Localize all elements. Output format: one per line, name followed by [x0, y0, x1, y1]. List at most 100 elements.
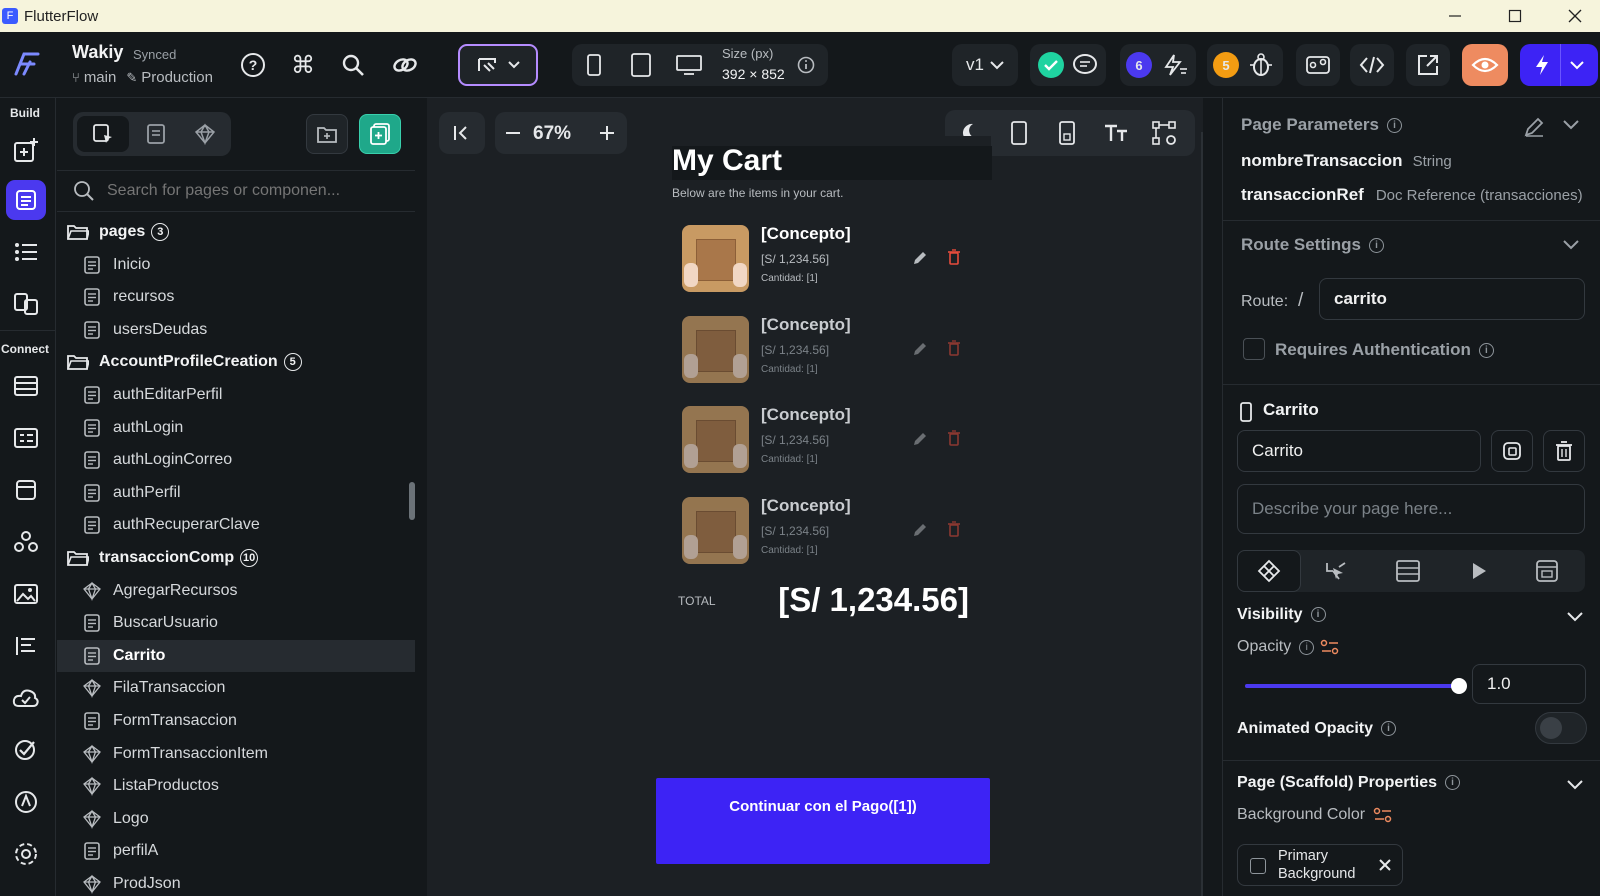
tree-page-item[interactable]: authPerfil	[57, 477, 415, 509]
delete-trash-icon[interactable]	[947, 520, 961, 537]
slider-thumb[interactable]	[1451, 678, 1467, 694]
tree-component-item[interactable]: ProdJson	[57, 868, 415, 896]
info-icon[interactable]	[797, 56, 815, 74]
tree-component-item[interactable]: FilaTransaccion	[57, 672, 415, 704]
run-button[interactable]	[1520, 44, 1598, 86]
flutterflow-icon[interactable]	[6, 44, 46, 84]
new-folder-button[interactable]	[306, 114, 348, 154]
chevron-down-icon[interactable]	[1563, 120, 1579, 130]
zoom-level[interactable]: 67%	[533, 123, 571, 145]
check-status-icon[interactable]	[1038, 52, 1064, 78]
opacity-slider[interactable]	[1245, 676, 1467, 696]
tab-properties[interactable]	[1237, 550, 1301, 592]
duplicate-page-button[interactable]	[1491, 430, 1533, 472]
firestore-icon[interactable]	[6, 366, 46, 406]
search-input[interactable]	[107, 182, 387, 200]
tests-icon[interactable]	[6, 730, 46, 770]
info-icon[interactable]: i	[1368, 238, 1384, 254]
clear-color-icon[interactable]	[1378, 858, 1392, 872]
tree-folder[interactable]: transaccionComp 10	[57, 542, 415, 574]
tab-pages-only[interactable]	[133, 116, 179, 152]
lightning-sparkle-icon[interactable]	[1160, 53, 1188, 77]
tab-backend-query[interactable]	[1395, 559, 1421, 583]
app-state-icon[interactable]	[6, 470, 46, 510]
desktop-device-icon[interactable]	[676, 54, 702, 76]
api-calls-icon[interactable]	[6, 418, 46, 458]
opacity-input[interactable]: 1.0	[1472, 664, 1586, 704]
tablet-device-icon[interactable]	[630, 53, 652, 77]
param-row-1[interactable]: nombreTransaccion String	[1241, 151, 1452, 171]
route-input[interactable]: carrito	[1319, 278, 1585, 320]
safe-area-icon[interactable]	[1057, 121, 1077, 145]
delete-page-button[interactable]	[1543, 430, 1585, 472]
info-icon[interactable]: i	[1445, 775, 1461, 791]
edit-pencil-icon[interactable]	[912, 250, 928, 266]
add-page-icon[interactable]	[6, 130, 46, 170]
tree-page-item[interactable]: authRecuperarClave	[57, 509, 415, 541]
tree-page-item[interactable]: authLogin	[57, 412, 415, 444]
canvas-scrollbar[interactable]	[1201, 132, 1203, 896]
tree-component-item[interactable]: FormTransaccionItem	[57, 738, 415, 770]
tree-page-item[interactable]: FormTransaccion	[57, 705, 415, 737]
widget-settings-icon[interactable]	[1151, 120, 1179, 146]
delete-trash-icon[interactable]	[947, 249, 961, 265]
page-selector-icon[interactable]	[6, 180, 46, 220]
notification-count-badge[interactable]: 6	[1126, 52, 1152, 78]
scrollbar-thumb[interactable]	[409, 482, 415, 520]
tree-component-item[interactable]: AgregarRecursos	[57, 575, 415, 607]
info-icon[interactable]: i	[1310, 607, 1326, 623]
storyboard-icon[interactable]	[6, 284, 46, 324]
bug-icon[interactable]	[1249, 52, 1273, 78]
command-palette-button[interactable]: ⌘	[282, 44, 324, 86]
requires-auth-checkbox[interactable]	[1243, 338, 1265, 360]
tree-component-item[interactable]: ListaProductos	[57, 770, 415, 802]
tree-page-item[interactable]: usersDeudas	[57, 314, 415, 346]
zoom-in-button[interactable]	[595, 121, 619, 145]
info-icon[interactable]: i	[1381, 721, 1397, 737]
set-from-variable-icon[interactable]	[1320, 638, 1340, 656]
cloud-functions-icon[interactable]	[6, 678, 46, 718]
view-code-button[interactable]	[1350, 44, 1394, 86]
edit-pencil-icon[interactable]	[912, 431, 928, 447]
search-bar[interactable]	[57, 170, 415, 212]
cart-item-row[interactable]: [Concepto] [S/ 1,234.56] Cantidad: [1]	[657, 488, 991, 578]
bg-color-picker[interactable]: Primary Background	[1237, 844, 1403, 886]
continue-payment-button[interactable]: Continuar con el Pago([1])	[656, 778, 990, 864]
tree-page-item[interactable]: Carrito	[57, 639, 415, 672]
custom-code-icon[interactable]	[6, 522, 46, 562]
page-name-input[interactable]: Carrito	[1237, 430, 1481, 472]
chevron-down-icon[interactable]	[1563, 240, 1579, 250]
edit-pencil-icon[interactable]	[1523, 116, 1545, 138]
maximize-button[interactable]	[1492, 0, 1538, 32]
search-button[interactable]	[332, 44, 374, 86]
help-button[interactable]: ?	[232, 44, 274, 86]
cart-item-row[interactable]: [Concepto] [S/ 1,234.56] Cantidad: [1]	[657, 307, 991, 397]
widget-tree-icon[interactable]	[6, 232, 46, 272]
collapse-panel-button[interactable]	[439, 112, 485, 154]
open-external-button[interactable]	[1406, 44, 1450, 86]
settings-gear-icon[interactable]	[6, 834, 46, 874]
minimize-button[interactable]	[1432, 0, 1478, 32]
chevron-down-icon[interactable]	[1567, 612, 1583, 622]
tree-folder[interactable]: AccountProfileCreation 5	[57, 346, 415, 378]
tab-animations[interactable]	[1469, 561, 1489, 581]
media-assets-icon[interactable]	[6, 574, 46, 614]
animated-opacity-toggle[interactable]	[1535, 712, 1587, 744]
delete-trash-icon[interactable]	[947, 430, 961, 446]
project-name[interactable]: Wakiy	[72, 42, 123, 63]
info-icon[interactable]: i	[1478, 343, 1494, 359]
add-page-button[interactable]	[359, 114, 401, 154]
tree-page-item[interactable]: Inicio	[57, 249, 415, 281]
cart-item-row[interactable]: [Concepto] [S/ 1,234.56] Cantidad: [1]	[657, 397, 991, 487]
tab-actions[interactable]	[1323, 559, 1349, 583]
theme-settings-icon[interactable]	[6, 626, 46, 666]
page-description-input[interactable]: Describe your page here...	[1237, 484, 1585, 534]
zoom-out-button[interactable]	[501, 121, 525, 145]
size-value[interactable]: 392 × 852	[722, 66, 785, 82]
set-from-variable-icon[interactable]	[1373, 806, 1393, 824]
phone-device-icon[interactable]	[584, 53, 604, 77]
tree-folder[interactable]: pages 3	[57, 216, 415, 248]
tree-page-item[interactable]: BuscarUsuario	[57, 607, 415, 639]
issue-count-badge[interactable]: 5	[1213, 52, 1239, 78]
branching-button[interactable]	[1296, 44, 1340, 86]
